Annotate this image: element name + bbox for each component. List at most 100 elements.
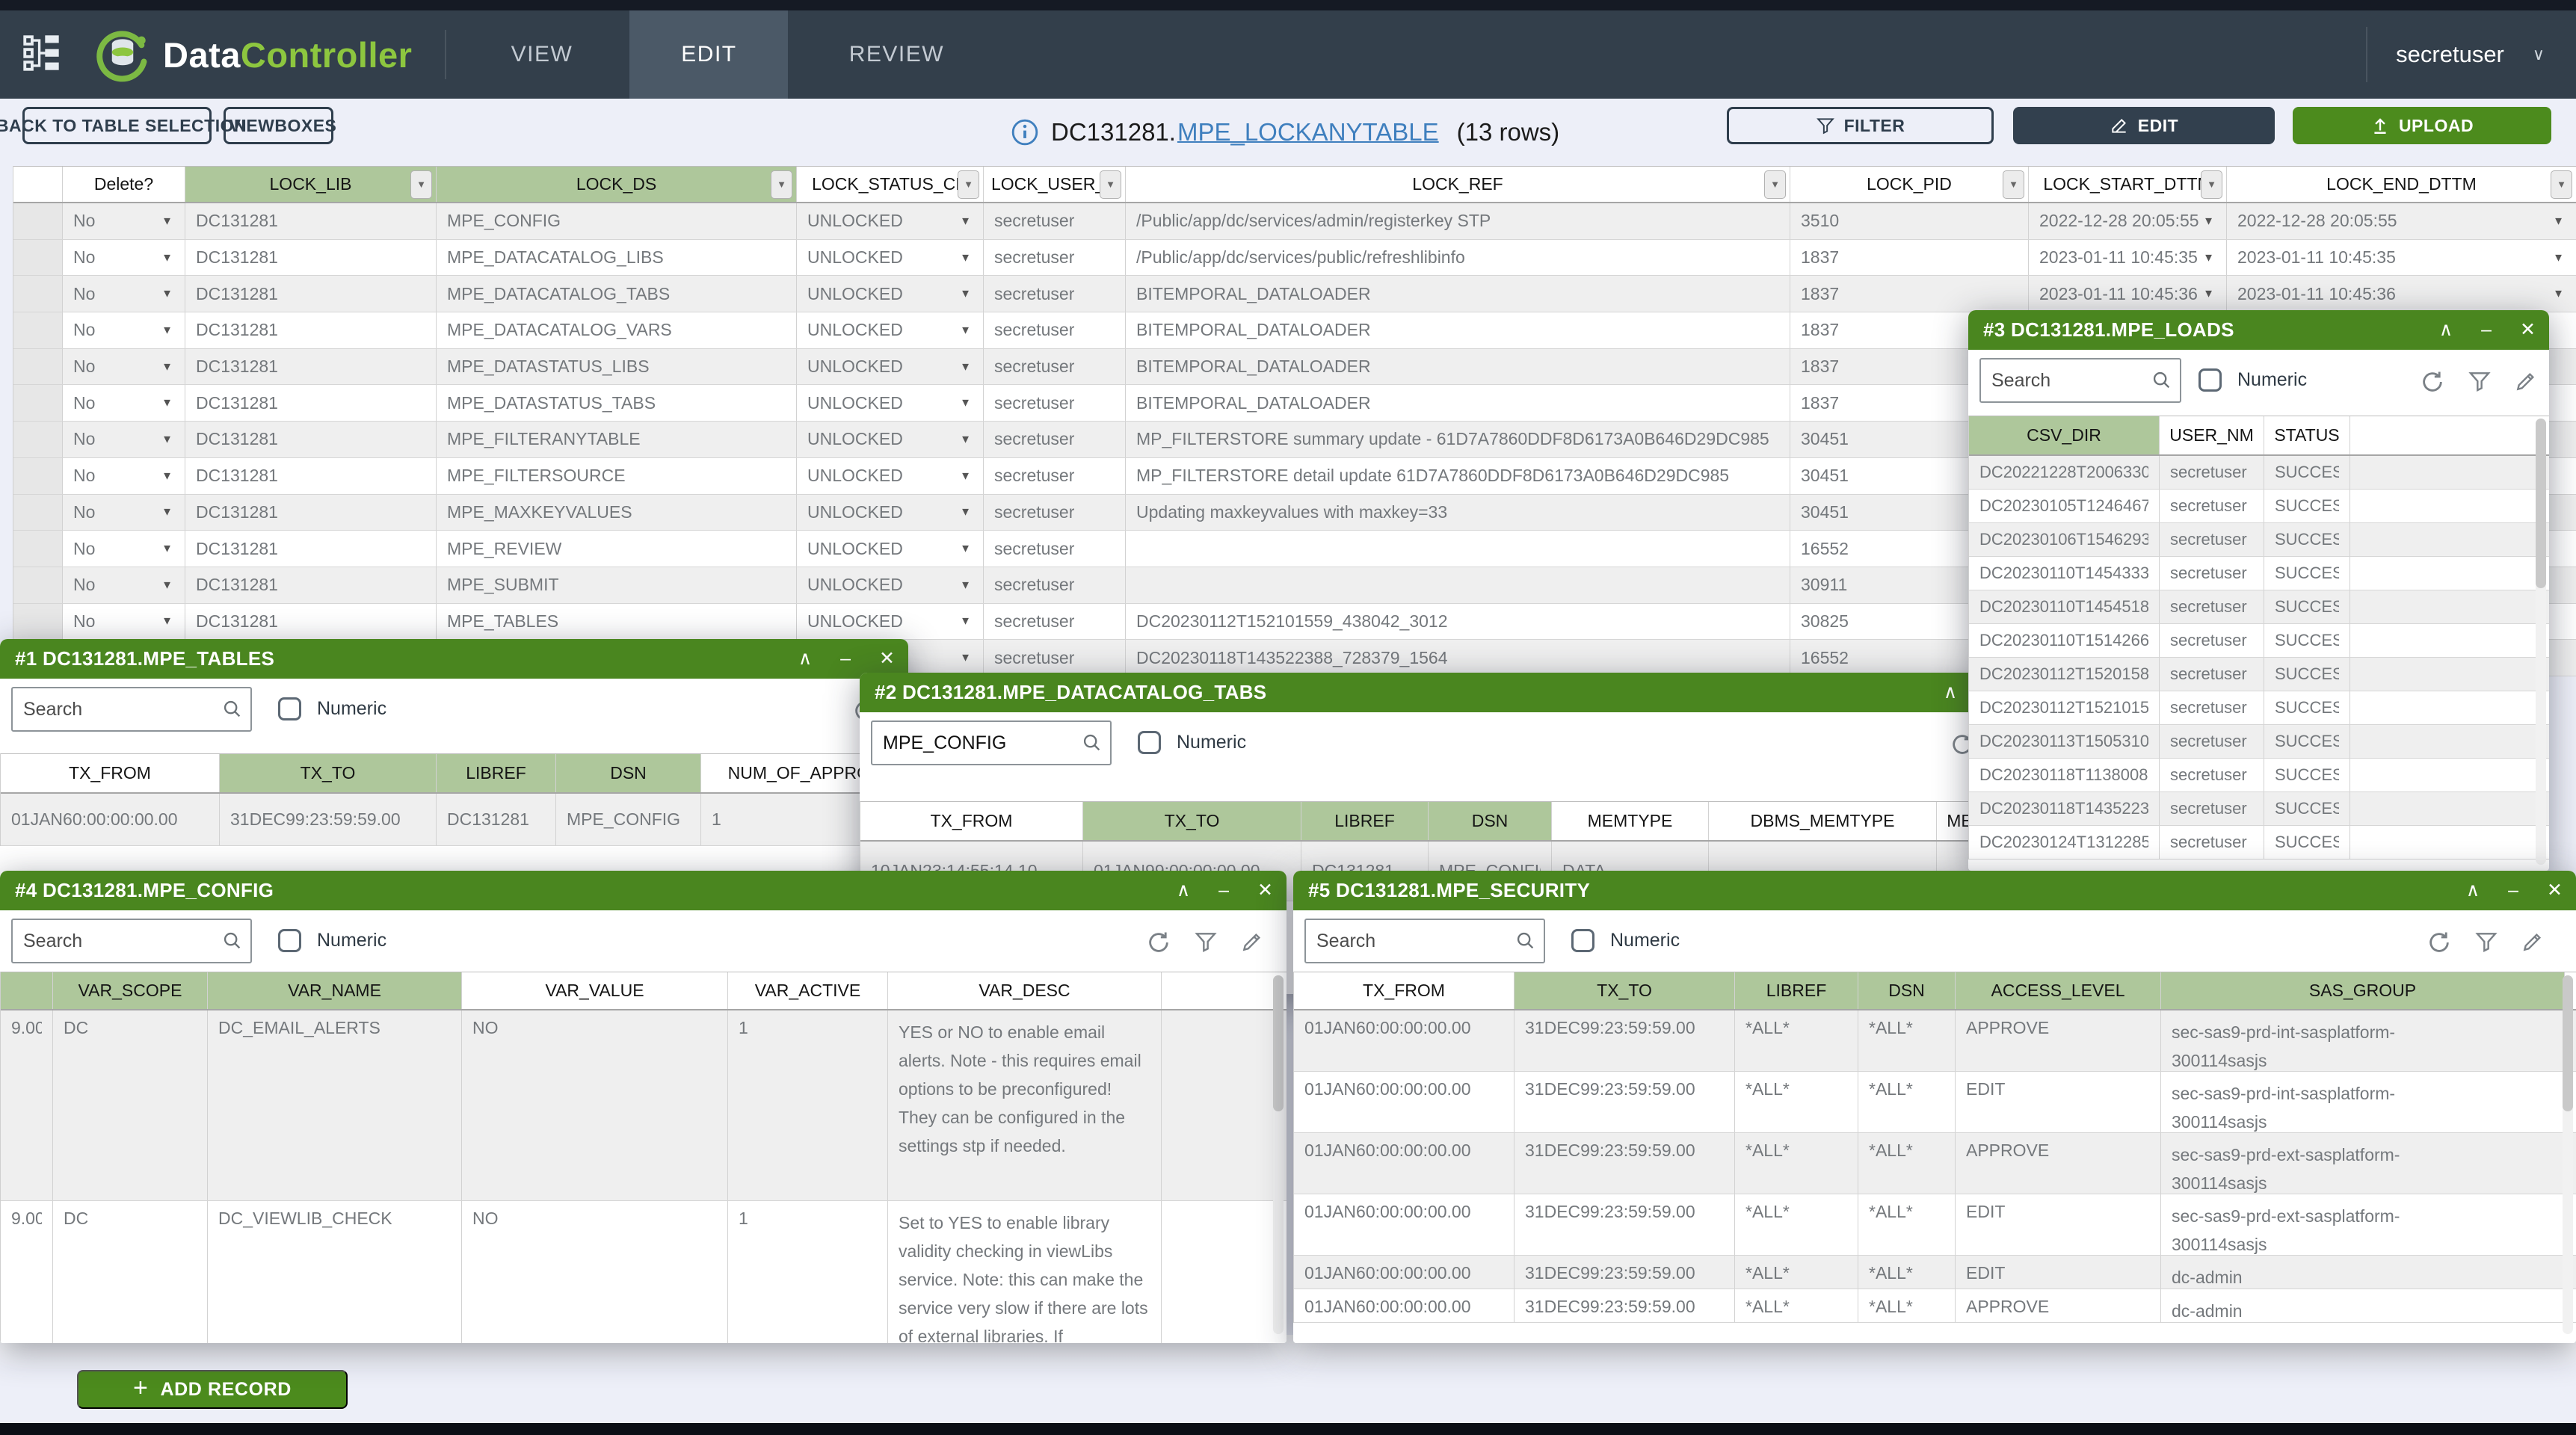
scrollbar-thumb[interactable] (1273, 975, 1284, 1111)
cell[interactable]: No▼ (63, 495, 185, 531)
scrollbar[interactable] (2563, 975, 2573, 1334)
search-input[interactable] (1979, 358, 2181, 403)
refresh-icon[interactable] (2420, 369, 2445, 395)
funnel-icon[interactable] (2474, 930, 2498, 955)
minimize-icon[interactable]: – (1218, 871, 1229, 910)
cell-dropdown-arrow[interactable]: ▼ (161, 324, 173, 336)
funnel-icon[interactable] (2468, 369, 2492, 395)
cell[interactable]: No▼ (63, 312, 185, 348)
filter-button[interactable]: FILTER (1727, 107, 1994, 144)
cell-dropdown-arrow[interactable]: ▼ (960, 215, 971, 227)
cell-dropdown-arrow[interactable]: ▼ (161, 506, 173, 519)
cell-dropdown-arrow[interactable]: ▼ (2203, 288, 2214, 300)
back-to-table-selection-button[interactable]: BACK TO TABLE SELECTION (22, 107, 212, 144)
cell-dropdown-arrow[interactable]: ▼ (960, 360, 971, 373)
numeric-checkbox[interactable] (1138, 731, 1161, 754)
pencil-icon[interactable] (2521, 930, 2545, 955)
cell[interactable]: UNLOCKED▼ (797, 349, 984, 385)
cell[interactable]: No▼ (63, 458, 185, 494)
cell-dropdown-arrow[interactable]: ▼ (2553, 251, 2564, 264)
cell-dropdown-arrow[interactable]: ▼ (960, 615, 971, 628)
cell-dropdown-arrow[interactable]: ▼ (2203, 215, 2214, 227)
cell-dropdown-arrow[interactable]: ▼ (2203, 251, 2214, 264)
cell-dropdown-arrow[interactable]: ▼ (960, 469, 971, 482)
collapse-icon[interactable]: ∧ (798, 639, 812, 679)
table-name-link[interactable]: MPE_LOCKANYTABLE (1177, 118, 1439, 146)
info-icon[interactable] (1011, 118, 1039, 146)
viewbox-titlebar[interactable]: #2 DC131281.MPE_DATACATALOG_TABS ∧–✕ (860, 673, 1982, 712)
cell-dropdown-arrow[interactable]: ▼ (960, 578, 971, 591)
cell[interactable]: 2023-01-11 10:45:36▼ (2227, 276, 2576, 312)
cell-dropdown-arrow[interactable]: ▼ (960, 251, 971, 264)
close-icon[interactable]: ✕ (1257, 871, 1273, 910)
viewbox-titlebar[interactable]: #3 DC131281.MPE_LOADS ∧–✕ (1968, 310, 2549, 350)
cell-dropdown-arrow[interactable]: ▼ (161, 397, 173, 410)
column-filter-icon[interactable]: ▼ (2551, 170, 2572, 199)
cell[interactable]: 2023-01-11 10:45:35▼ (2227, 240, 2576, 276)
cell-dropdown-arrow[interactable]: ▼ (960, 433, 971, 445)
cell-dropdown-arrow[interactable]: ▼ (161, 251, 173, 264)
cell-dropdown-arrow[interactable]: ▼ (960, 543, 971, 555)
cell-dropdown-arrow[interactable]: ▼ (161, 360, 173, 373)
cell[interactable]: UNLOCKED▼ (797, 385, 984, 421)
user-menu[interactable]: secretuser ∨ (2366, 27, 2545, 82)
collapse-icon[interactable]: ∧ (2439, 310, 2453, 350)
cell-dropdown-arrow[interactable]: ▼ (161, 469, 173, 482)
cell[interactable]: No▼ (63, 531, 185, 567)
cell[interactable]: UNLOCKED▼ (797, 312, 984, 348)
minimize-icon[interactable]: – (840, 639, 851, 679)
cell[interactable]: No▼ (63, 604, 185, 640)
pencil-icon[interactable] (2514, 369, 2538, 395)
viewbox-titlebar[interactable]: #1 DC131281.MPE_TABLES ∧–✕ (0, 639, 908, 679)
refresh-icon[interactable] (2426, 930, 2452, 955)
cell-dropdown-arrow[interactable]: ▼ (960, 288, 971, 300)
tab-edit[interactable]: EDIT (629, 10, 788, 99)
cell-dropdown-arrow[interactable]: ▼ (960, 324, 971, 336)
viewboxes-button[interactable]: VIEWBOXES (224, 107, 333, 144)
search-input[interactable] (1304, 919, 1545, 963)
cell-dropdown-arrow[interactable]: ▼ (161, 215, 173, 227)
cell[interactable]: No▼ (63, 276, 185, 312)
cell[interactable]: No▼ (63, 422, 185, 457)
numeric-checkbox[interactable] (278, 697, 301, 720)
cell-dropdown-arrow[interactable]: ▼ (960, 652, 971, 664)
cell[interactable]: No▼ (63, 240, 185, 276)
cell[interactable]: 2022-12-28 20:05:55▼ (2227, 203, 2576, 239)
refresh-icon[interactable] (1146, 930, 1171, 955)
cell[interactable]: UNLOCKED▼ (797, 567, 984, 603)
minimize-icon[interactable]: – (2481, 310, 2492, 350)
column-filter-icon[interactable]: ▼ (1764, 170, 1786, 199)
cell[interactable]: UNLOCKED▼ (797, 604, 984, 640)
search-input[interactable] (11, 687, 252, 732)
search-input[interactable] (11, 919, 252, 963)
cell-dropdown-arrow[interactable]: ▼ (960, 506, 971, 519)
cell[interactable]: UNLOCKED▼ (797, 458, 984, 494)
search-input[interactable] (871, 720, 1112, 765)
cell[interactable]: No▼ (63, 385, 185, 421)
cell-dropdown-arrow[interactable]: ▼ (161, 543, 173, 555)
add-record-button[interactable]: + ADD RECORD (77, 1370, 348, 1409)
column-filter-icon[interactable]: ▼ (771, 170, 792, 199)
numeric-checkbox[interactable] (2198, 368, 2222, 392)
tab-review[interactable]: REVIEW (788, 10, 1005, 99)
cell-dropdown-arrow[interactable]: ▼ (161, 615, 173, 628)
column-filter-icon[interactable]: ▼ (958, 170, 979, 199)
cell-dropdown-arrow[interactable]: ▼ (960, 397, 971, 410)
close-icon[interactable]: ✕ (2547, 871, 2563, 910)
viewbox-titlebar[interactable]: #5 DC131281.MPE_SECURITY ∧–✕ (1293, 871, 2576, 910)
scrollbar[interactable] (1273, 975, 1284, 1334)
tab-view[interactable]: VIEW (454, 10, 629, 99)
cell[interactable]: UNLOCKED▼ (797, 422, 984, 457)
collapse-icon[interactable]: ∧ (1177, 871, 1190, 910)
column-filter-icon[interactable]: ▼ (2201, 170, 2222, 199)
tree-menu-icon[interactable] (19, 31, 63, 78)
scrollbar-thumb[interactable] (2536, 419, 2546, 588)
cell[interactable]: UNLOCKED▼ (797, 531, 984, 567)
close-icon[interactable]: ✕ (2520, 310, 2536, 350)
column-filter-icon[interactable]: ▼ (410, 170, 432, 199)
funnel-icon[interactable] (1194, 930, 1218, 955)
pencil-icon[interactable] (1240, 930, 1264, 955)
numeric-checkbox[interactable] (278, 929, 301, 952)
cell[interactable]: UNLOCKED▼ (797, 276, 984, 312)
cell-dropdown-arrow[interactable]: ▼ (2553, 215, 2564, 227)
